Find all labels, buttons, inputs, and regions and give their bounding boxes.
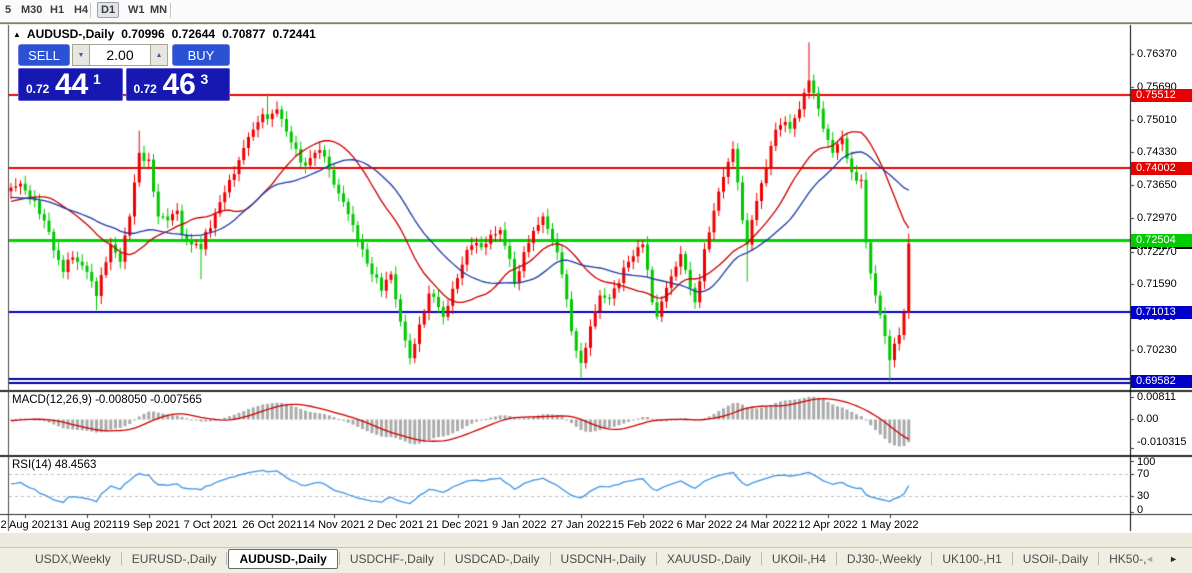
collapse-arrow-icon[interactable]: ▲ <box>13 30 21 39</box>
tab-separator <box>226 552 228 565</box>
chart-tabs: USDX,Weekly EURUSD-,Daily AUDUSD-,Daily USD… <box>0 548 1155 569</box>
ohlc-high: 0.72644 <box>171 27 216 41</box>
volume-increase-icon[interactable]: ▲ <box>150 44 168 66</box>
timeframe-button-mn[interactable]: MN <box>147 3 170 17</box>
timeframe-button-m30[interactable]: M30 <box>18 3 45 17</box>
volume-stepper: ▼ 2.00 ▲ <box>72 44 168 66</box>
tab-separator <box>760 552 762 565</box>
buy-button[interactable]: BUY <box>172 44 230 66</box>
tab-uk100-h1[interactable]: UK100-,H1 <box>933 549 1010 569</box>
tab-xauusd-daily[interactable]: XAUUSD-,Daily <box>658 549 760 569</box>
tab-audusd-daily[interactable]: AUDUSD-,Daily <box>228 548 338 569</box>
buy-price-base: 0.72 <box>133 82 157 96</box>
one-click-trading-panel: SELL ▼ 2.00 ▲ BUY 0.72 44 1 0.72 46 3 <box>18 44 230 101</box>
buy-price-sup: 3 <box>200 71 209 87</box>
buy-price-big: 46 <box>162 68 196 101</box>
tab-scroll-right-icon[interactable]: ► <box>1169 554 1178 564</box>
volume-decrease-icon[interactable]: ▼ <box>72 44 90 66</box>
status-strip <box>0 532 1192 548</box>
timeframe-button-h4[interactable]: H4 <box>71 3 91 17</box>
chart-tab-bar: USDX,Weekly EURUSD-,Daily AUDUSD-,Daily USD… <box>0 547 1192 573</box>
symbol-label: AUDUSD-,Daily <box>26 27 115 41</box>
ohlc-open: 0.70996 <box>121 27 165 41</box>
tab-ukoil-h4[interactable]: UKOil-,H4 <box>763 549 835 569</box>
chart-title: ▲ AUDUSD-,Daily 0.70996 0.72644 0.70877 0.724… <box>13 27 316 41</box>
tab-usdx-weekly[interactable]: USDX,Weekly <box>26 549 120 569</box>
timeframe-button-h1[interactable]: H1 <box>47 3 67 17</box>
ohlc-low: 0.70877 <box>222 27 266 41</box>
tab-separator <box>120 552 122 565</box>
buy-price-panel[interactable]: 0.72 46 3 <box>125 68 230 101</box>
tab-usoil-daily[interactable]: USOil-,Daily <box>1014 549 1097 569</box>
sell-price-sup: 1 <box>93 71 101 87</box>
tab-usdcnh-daily[interactable]: USDCNH-,Daily <box>552 549 655 569</box>
tab-separator <box>338 552 340 565</box>
timeframe-button-d1[interactable]: D1 <box>97 2 120 18</box>
tab-separator <box>443 552 445 565</box>
ohlc-close: 0.72441 <box>272 27 316 41</box>
tab-separator <box>1098 552 1100 565</box>
timeframe-button-w1[interactable]: W1 <box>125 3 148 17</box>
sell-price-big: 44 <box>55 68 89 101</box>
tab-scroll-left-icon[interactable]: ◄ <box>1145 554 1154 564</box>
tab-dj30-weekly[interactable]: DJ30-,Weekly <box>838 549 930 569</box>
trading-terminal: 5 M30 H1 H4 D1 W1 MN ▲ AUDUSD-,Daily 0.70996 0.72… <box>0 0 1192 573</box>
toolbar-divider <box>170 3 171 18</box>
timeframe-toolbar: 5 M30 H1 H4 D1 W1 MN <box>0 0 1192 23</box>
tab-separator <box>1011 552 1013 565</box>
volume-input[interactable]: 2.00 <box>90 44 150 66</box>
tab-eurusd-daily[interactable]: EURUSD-,Daily <box>123 549 226 569</box>
timeframe-button-5[interactable]: 5 <box>2 3 14 17</box>
tab-separator <box>549 552 551 565</box>
tab-usdchf-daily[interactable]: USDCHF-,Daily <box>341 549 443 569</box>
sell-price-panel[interactable]: 0.72 44 1 <box>18 68 123 101</box>
tab-separator <box>931 552 933 565</box>
toolbar-divider <box>90 3 91 18</box>
sell-price-base: 0.72 <box>26 82 50 96</box>
tab-usdcad-daily[interactable]: USDCAD-,Daily <box>446 549 549 569</box>
tab-separator <box>655 552 657 565</box>
tab-separator <box>835 552 837 565</box>
sell-button[interactable]: SELL <box>18 44 70 66</box>
